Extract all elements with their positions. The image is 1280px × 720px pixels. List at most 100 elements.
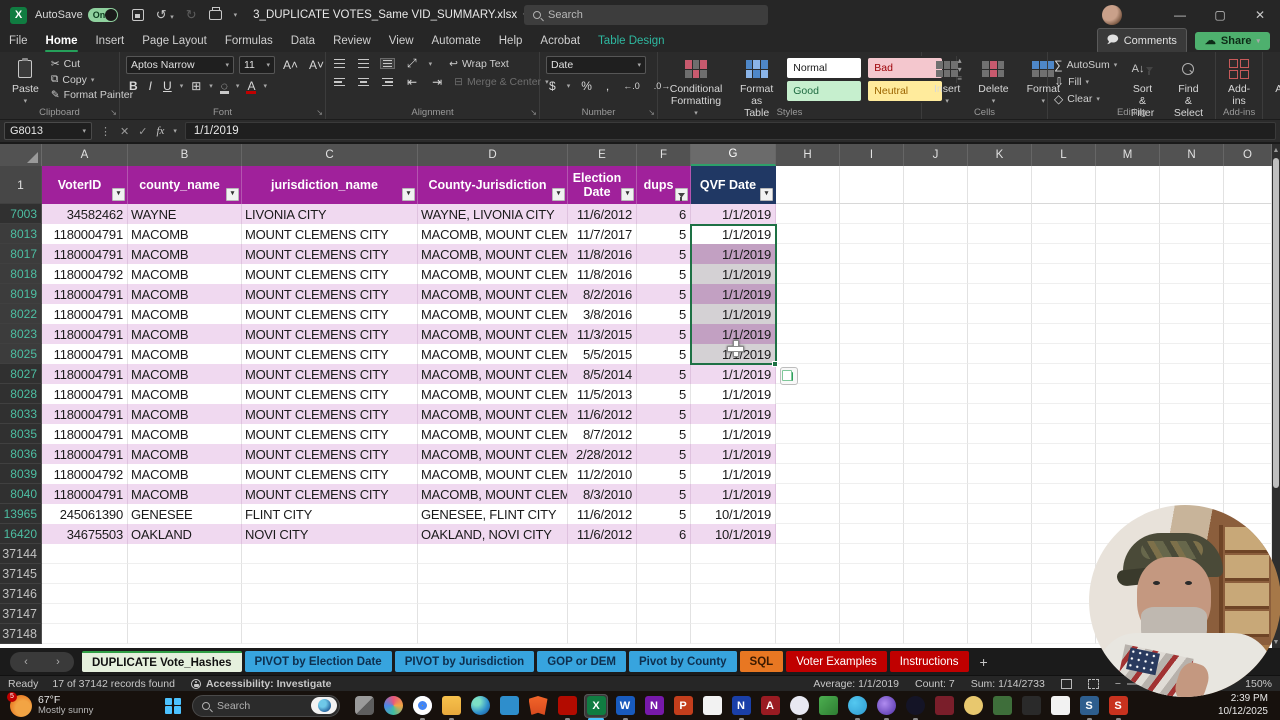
cell[interactable] — [1032, 484, 1096, 504]
user-avatar[interactable] — [1102, 5, 1122, 25]
cell[interactable] — [840, 224, 904, 244]
cell[interactable] — [1160, 444, 1224, 464]
table-header-election-date[interactable]: Election Date ▾ — [568, 166, 637, 204]
cell[interactable] — [1160, 464, 1224, 484]
cell[interactable] — [776, 424, 840, 444]
insert-cells-button[interactable]: Insert ▾ — [928, 56, 966, 108]
copilot-icon[interactable] — [381, 694, 405, 718]
cell[interactable] — [904, 204, 968, 224]
cell[interactable]: MACOMB, MOUNT CLEMENS CITY — [418, 384, 568, 404]
tab-data[interactable]: Data — [282, 30, 324, 52]
font-dialog-launcher-icon[interactable]: ↘ — [316, 108, 323, 117]
cell[interactable] — [691, 624, 776, 644]
cell[interactable] — [776, 264, 840, 284]
cell[interactable]: 1180004791 — [42, 284, 128, 304]
column-header-C[interactable]: C — [242, 144, 418, 166]
cell[interactable] — [776, 504, 840, 524]
number-dialog-launcher-icon[interactable]: ↘ — [648, 108, 655, 117]
cell[interactable] — [128, 624, 242, 644]
cell[interactable] — [904, 604, 968, 624]
cell[interactable] — [840, 324, 904, 344]
cell[interactable] — [42, 604, 128, 624]
app-search-box[interactable]: Search — [524, 5, 768, 25]
minimize-button[interactable]: — — [1160, 0, 1200, 30]
close-button[interactable]: ✕ — [1240, 0, 1280, 30]
column-header-I[interactable]: I — [840, 144, 904, 166]
start-button[interactable] — [160, 693, 186, 719]
cell[interactable] — [776, 384, 840, 404]
cell[interactable]: 1/1/2019 — [691, 484, 776, 504]
cell[interactable] — [1032, 384, 1096, 404]
cell[interactable] — [1096, 284, 1160, 304]
cell[interactable] — [968, 544, 1032, 564]
cell[interactable]: 3/8/2016 — [568, 304, 637, 324]
cell[interactable] — [840, 264, 904, 284]
cell[interactable]: MOUNT CLEMENS CITY — [242, 224, 418, 244]
cell[interactable]: MACOMB, MOUNT CLEMENS CITY — [418, 364, 568, 384]
cell[interactable] — [968, 484, 1032, 504]
cell[interactable] — [840, 504, 904, 524]
cell[interactable]: GENESEE, FLINT CITY — [418, 504, 568, 524]
brave-icon[interactable] — [526, 694, 550, 718]
row-header-37144[interactable]: 37144 — [0, 544, 42, 564]
cell[interactable] — [904, 244, 968, 264]
cell[interactable]: 1180004791 — [42, 424, 128, 444]
cell[interactable] — [1160, 484, 1224, 504]
cell[interactable] — [968, 244, 1032, 264]
cell[interactable]: 1/1/2019 — [691, 324, 776, 344]
cell[interactable] — [840, 284, 904, 304]
cell[interactable]: WAYNE — [128, 204, 242, 224]
cell[interactable] — [904, 364, 968, 384]
onenote-win-icon[interactable]: N — [729, 694, 753, 720]
cell[interactable] — [1224, 484, 1272, 504]
cell[interactable]: 1180004791 — [42, 344, 128, 364]
cell[interactable] — [904, 344, 968, 364]
column-header-N[interactable]: N — [1160, 144, 1224, 166]
cell[interactable] — [1096, 224, 1160, 244]
cell[interactable]: MACOMB, MOUNT CLEMENS CITY — [418, 304, 568, 324]
cell[interactable] — [637, 564, 691, 584]
cell[interactable] — [1160, 224, 1224, 244]
cell[interactable] — [1224, 324, 1272, 344]
cell[interactable]: 1180004791 — [42, 304, 128, 324]
cell[interactable]: 1180004791 — [42, 324, 128, 344]
sheet-tab-voter-examples[interactable]: Voter Examples — [786, 651, 887, 672]
cell[interactable]: MACOMB — [128, 224, 242, 244]
cell[interactable]: 11/5/2013 — [568, 384, 637, 404]
cell[interactable] — [1032, 364, 1096, 384]
cell[interactable] — [1224, 344, 1272, 364]
cell[interactable] — [418, 564, 568, 584]
cell[interactable]: 5 — [637, 504, 691, 524]
cell[interactable] — [1032, 284, 1096, 304]
excel-icon[interactable]: X — [584, 693, 608, 720]
column-header-O[interactable]: O — [1224, 144, 1272, 166]
cell[interactable]: LIVONIA CITY — [242, 204, 418, 224]
photos-icon[interactable] — [816, 694, 840, 718]
tab-table-design[interactable]: Table Design — [589, 30, 673, 52]
cell[interactable] — [568, 564, 637, 584]
onenote-icon[interactable]: N — [642, 694, 666, 718]
cell[interactable] — [418, 604, 568, 624]
cell[interactable] — [840, 464, 904, 484]
cell[interactable] — [776, 224, 840, 244]
cell[interactable] — [691, 564, 776, 584]
center-icon[interactable] — [356, 77, 371, 88]
analyze-data-button[interactable]: Analyze Data — [1269, 56, 1280, 109]
cell[interactable] — [840, 344, 904, 364]
fill-button[interactable]: ⇩ Fill ▾ — [1054, 75, 1117, 89]
cell[interactable] — [1032, 224, 1096, 244]
select-all-button[interactable] — [0, 144, 42, 166]
cell[interactable] — [568, 624, 637, 644]
cell[interactable] — [568, 584, 637, 604]
cell[interactable] — [776, 604, 840, 624]
cell[interactable] — [776, 584, 840, 604]
cell[interactable] — [568, 544, 637, 564]
cell[interactable]: 5 — [637, 244, 691, 264]
cell[interactable]: GENESEE — [128, 504, 242, 524]
file-explorer-icon[interactable] — [439, 694, 463, 720]
telegram-icon[interactable] — [845, 694, 869, 720]
cell[interactable] — [1032, 304, 1096, 324]
cell[interactable] — [776, 564, 840, 584]
cell[interactable] — [1096, 344, 1160, 364]
cell[interactable] — [968, 504, 1032, 524]
